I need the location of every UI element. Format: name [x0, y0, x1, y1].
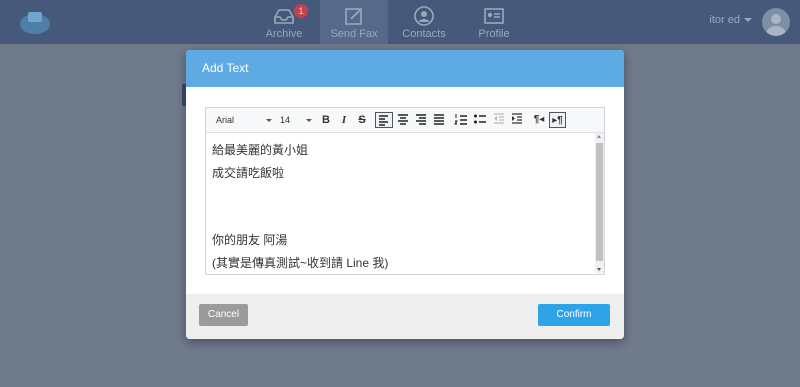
add-text-dialog: Add Text Arial 14 B I S ¶◂ ▸¶ 給最美麗的黃小姐 成…	[186, 50, 624, 339]
editor-content[interactable]: 給最美麗的黃小姐 成交請吃飯啦 你的朋友 阿湯 (其實是傳真測試~收到請 Lin…	[206, 133, 593, 273]
scrollbar-thumb[interactable]	[596, 143, 603, 261]
justify-icon	[434, 114, 444, 125]
archive-count-badge: 1	[294, 4, 308, 18]
align-right-button[interactable]	[413, 112, 429, 128]
confirm-button[interactable]: Confirm	[538, 304, 610, 326]
font-size-value: 14	[280, 115, 291, 125]
rich-text-editor[interactable]: Arial 14 B I S ¶◂ ▸¶ 給最美麗的黃小姐 成交請吃飯啦 你的朋…	[205, 107, 605, 275]
user-avatar-icon	[766, 14, 786, 36]
strikethrough-button[interactable]: S	[355, 112, 369, 128]
outdent-button[interactable]	[491, 112, 507, 128]
nav-contacts-label: Contacts	[402, 28, 446, 40]
outdent-icon	[494, 113, 504, 124]
contact-icon	[414, 6, 434, 26]
user-name[interactable]: itor ed	[709, 14, 740, 26]
font-size-select[interactable]: 14	[276, 112, 316, 128]
italic-button[interactable]: I	[337, 112, 351, 128]
indent-icon	[512, 113, 522, 124]
chevron-down-icon	[306, 119, 312, 122]
nav-archive[interactable]: Archive 1	[250, 0, 318, 44]
avatar[interactable]	[762, 8, 790, 36]
ltr-direction-button[interactable]: ¶◂	[531, 112, 547, 128]
align-left-icon	[379, 115, 388, 126]
compose-icon	[345, 8, 362, 25]
align-left-button[interactable]	[375, 112, 393, 128]
scroll-up-icon[interactable]	[597, 135, 601, 138]
justify-button[interactable]	[431, 112, 447, 128]
align-center-button[interactable]	[395, 112, 411, 128]
bullet-list-button[interactable]	[472, 112, 488, 128]
dialog-title: Add Text	[186, 50, 624, 87]
nav-profile[interactable]: Profile	[460, 0, 528, 44]
text-line: 你的朋友 阿湯	[212, 233, 288, 247]
profile-card-icon	[484, 8, 504, 24]
paragraph-rtl-icon: ▸¶	[552, 115, 563, 126]
ordered-list-button[interactable]	[453, 112, 469, 128]
top-nav-bar: Archive 1 Send Fax Contacts Profile itor…	[0, 0, 800, 44]
editor-toolbar: Arial 14 B I S ¶◂ ▸¶	[206, 108, 604, 133]
indent-button[interactable]	[509, 112, 525, 128]
editor-scrollbar[interactable]	[595, 133, 604, 273]
cancel-button[interactable]: Cancel	[199, 304, 248, 326]
user-menu-chevron-down-icon[interactable]	[744, 18, 752, 22]
nav-send-fax[interactable]: Send Fax	[320, 0, 388, 44]
text-line: 成交請吃飯啦	[212, 166, 285, 180]
align-center-icon	[398, 114, 408, 125]
nav-contacts[interactable]: Contacts	[390, 0, 458, 44]
font-family-select[interactable]: Arial	[212, 112, 276, 128]
nav-archive-label: Archive	[265, 28, 303, 40]
rtl-direction-button[interactable]: ▸¶	[549, 112, 566, 128]
nav-profile-label: Profile	[478, 28, 510, 40]
chevron-down-icon	[266, 119, 272, 122]
ordered-list-icon	[454, 114, 467, 125]
nav-send-fax-label: Send Fax	[330, 28, 378, 40]
scroll-down-icon[interactable]	[597, 268, 601, 271]
bold-button[interactable]: B	[319, 112, 333, 128]
text-line: 給最美麗的黃小姐	[212, 143, 309, 157]
text-line: (其實是傳真測試~收到請 Line 我)	[212, 256, 389, 270]
dialog-footer: Cancel Confirm	[186, 294, 624, 339]
bullet-list-icon	[474, 114, 486, 124]
paragraph-ltr-icon: ¶◂	[533, 114, 545, 125]
inbox-icon	[274, 9, 294, 24]
fax-logo-icon[interactable]	[18, 8, 52, 36]
align-right-icon	[416, 114, 426, 125]
font-family-value: Arial	[216, 115, 235, 125]
